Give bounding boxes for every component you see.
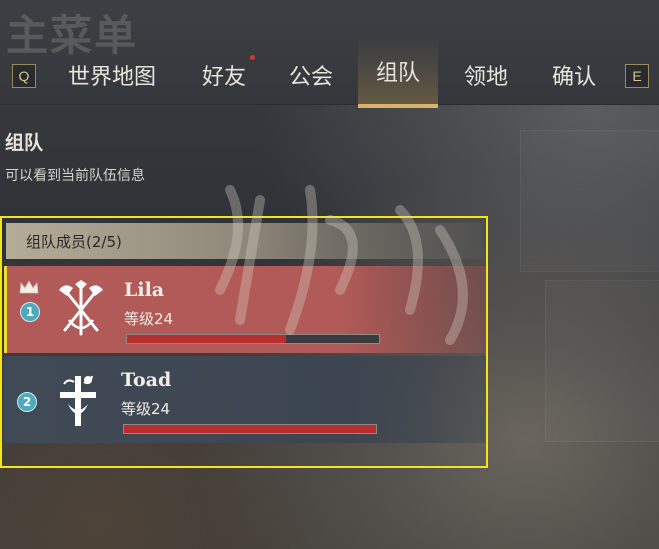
tab-guild[interactable]: 公会 [285,55,337,95]
prev-tab-key-button[interactable]: Q [12,64,36,88]
background-stone-pillar [545,280,659,442]
tab-label: 公会 [288,65,333,90]
tab-label: 好友 [201,65,246,90]
section-title: 组队 [5,132,44,154]
tab-label: 确认 [551,65,596,90]
tab-friends[interactable]: 好友 [196,55,255,95]
tab-party[interactable]: 组队 [358,36,438,108]
next-tab-key-button[interactable]: E [625,64,649,88]
tab-world-map[interactable]: 世界地图 [62,55,162,95]
tab-label: 领地 [463,65,508,90]
tab-label: 世界地图 [67,65,156,90]
active-tab-underline [358,104,438,108]
tab-confirm[interactable]: 确认 [548,55,600,95]
brush-watermark [215,185,468,345]
tab-territory[interactable]: 领地 [460,55,512,95]
section-subtitle: 可以看到当前队伍信息 [5,168,145,184]
top-nav-bar: 主菜单 Q 世界地图 好友 公会 组队 领地 确认 E [0,0,659,108]
notification-dot [250,55,255,60]
tab-label: 组队 [375,61,420,86]
background-stone-wall [520,130,659,272]
main-menu-title: 主菜单 [6,11,139,60]
